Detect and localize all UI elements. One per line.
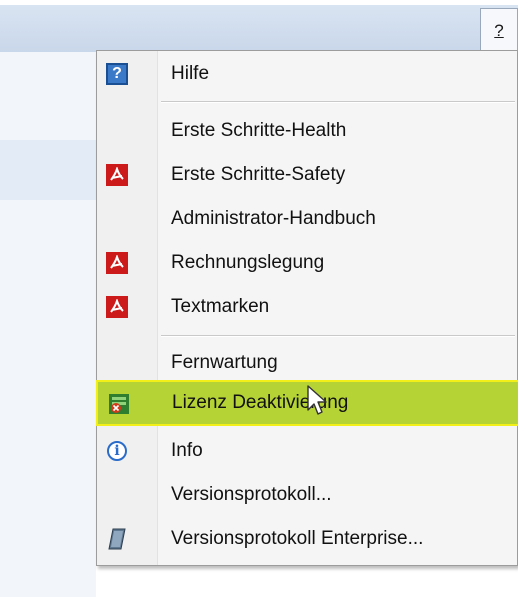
menu-item-label: Textmarken xyxy=(171,296,270,317)
pdf-icon xyxy=(105,295,129,319)
menu-separator xyxy=(161,101,515,103)
pdf-icon xyxy=(105,163,129,187)
info-icon: i xyxy=(105,439,129,463)
menu-item-versionsprotokoll[interactable]: Versionsprotokoll... xyxy=(97,475,517,515)
help-dropdown-menu: ? Hilfe Erste Schritte-Health Erste Schr… xyxy=(96,50,518,566)
menu-item-label: Administrator-Handbuch xyxy=(171,208,376,229)
menu-item-label: Rechnungslegung xyxy=(171,252,325,273)
help-book-icon: ? xyxy=(105,62,129,86)
mouse-cursor-icon xyxy=(307,385,327,415)
menu-bar xyxy=(0,5,518,52)
menu-item-label: Hilfe xyxy=(171,63,210,84)
menu-item-erste-schritte-health[interactable]: Erste Schritte-Health xyxy=(97,111,517,151)
pdf-icon xyxy=(105,251,129,275)
menu-item-erste-schritte-safety[interactable]: Erste Schritte-Safety xyxy=(97,155,517,195)
menu-item-label: Fernwartung xyxy=(171,352,278,373)
menu-item-hilfe[interactable]: ? Hilfe xyxy=(97,54,517,94)
menu-item-info[interactable]: i Info xyxy=(97,431,517,471)
document-icon xyxy=(105,527,129,551)
app-content-band xyxy=(0,140,96,200)
menu-item-rechnungslegung[interactable]: Rechnungslegung xyxy=(97,243,517,283)
help-menu-button[interactable]: ? xyxy=(480,8,518,52)
menu-item-label: Versionsprotokoll Enterprise... xyxy=(171,528,424,549)
menu-item-label: Versionsprotokoll... xyxy=(171,484,332,505)
menu-separator xyxy=(161,335,515,337)
menu-item-administrator-handbuch[interactable]: Administrator-Handbuch xyxy=(97,199,517,239)
menu-item-fernwartung[interactable]: Fernwartung xyxy=(97,343,517,383)
menu-item-textmarken[interactable]: Textmarken xyxy=(97,287,517,327)
app-content-area xyxy=(0,52,96,597)
menu-item-label: Erste Schritte-Safety xyxy=(171,164,346,185)
menu-item-label: Info xyxy=(171,440,203,461)
license-deactivate-icon xyxy=(107,392,131,416)
menu-item-label: Erste Schritte-Health xyxy=(171,120,347,141)
menu-item-versionsprotokoll-enterprise[interactable]: Versionsprotokoll Enterprise... xyxy=(97,519,517,559)
